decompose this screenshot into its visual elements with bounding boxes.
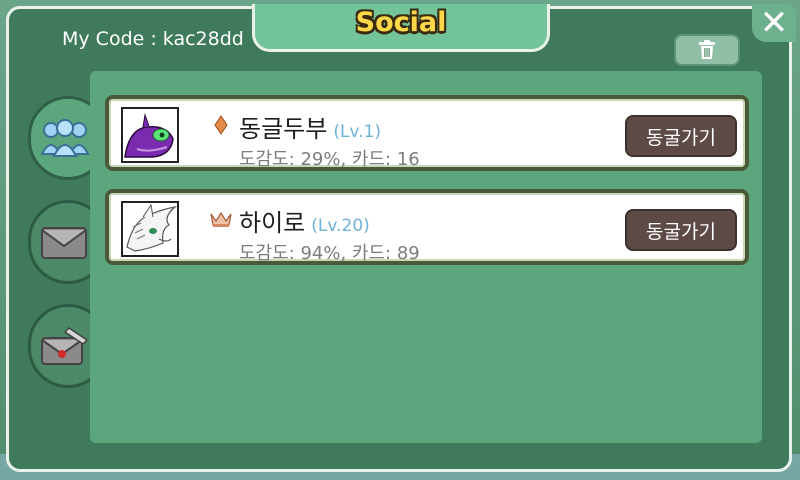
crown-icon <box>210 211 232 227</box>
visit-cave-button[interactable]: 동굴가기 <box>625 209 737 251</box>
friend-stats: 도감도: 29%, 카드: 16 <box>239 149 420 170</box>
friend-card: 동글두부 (Lv.1) 도감도: 29%, 카드: 16 동굴가기 <box>105 95 749 171</box>
friend-stats: 도감도: 94%, 카드: 89 <box>239 243 420 264</box>
friend-avatar[interactable] <box>121 201 179 257</box>
friend-name-row: 하이로 (Lv.20) <box>239 203 370 238</box>
rank-icon <box>209 113 233 137</box>
friend-card: 하이로 (Lv.20) 도감도: 94%, 카드: 89 동굴가기 <box>105 189 749 265</box>
delete-button[interactable] <box>674 34 740 66</box>
friend-level: (Lv.20) <box>311 216 370 236</box>
friend-name: 하이로 <box>239 209 306 237</box>
white-creature-avatar-icon <box>123 203 177 255</box>
my-code-label: My Code : kac28dd <box>62 28 244 50</box>
close-icon: ✕ <box>759 3 789 43</box>
friend-level: (Lv.1) <box>333 122 382 142</box>
panel-title: Social <box>355 7 447 38</box>
trash-icon <box>699 40 715 59</box>
friend-name-row: 동글두부 (Lv.1) <box>239 109 381 144</box>
rank-icon <box>209 207 233 231</box>
dragon-avatar-icon <box>123 109 177 161</box>
visit-cave-button[interactable]: 동굴가기 <box>625 115 737 157</box>
friend-name: 동글두부 <box>239 115 328 143</box>
friend-avatar[interactable] <box>121 107 179 163</box>
close-button[interactable]: ✕ <box>752 3 796 43</box>
diamond-icon <box>214 115 228 135</box>
mail-icon <box>41 227 87 259</box>
friends-icon <box>40 119 90 157</box>
letter-write-icon <box>41 327 89 365</box>
